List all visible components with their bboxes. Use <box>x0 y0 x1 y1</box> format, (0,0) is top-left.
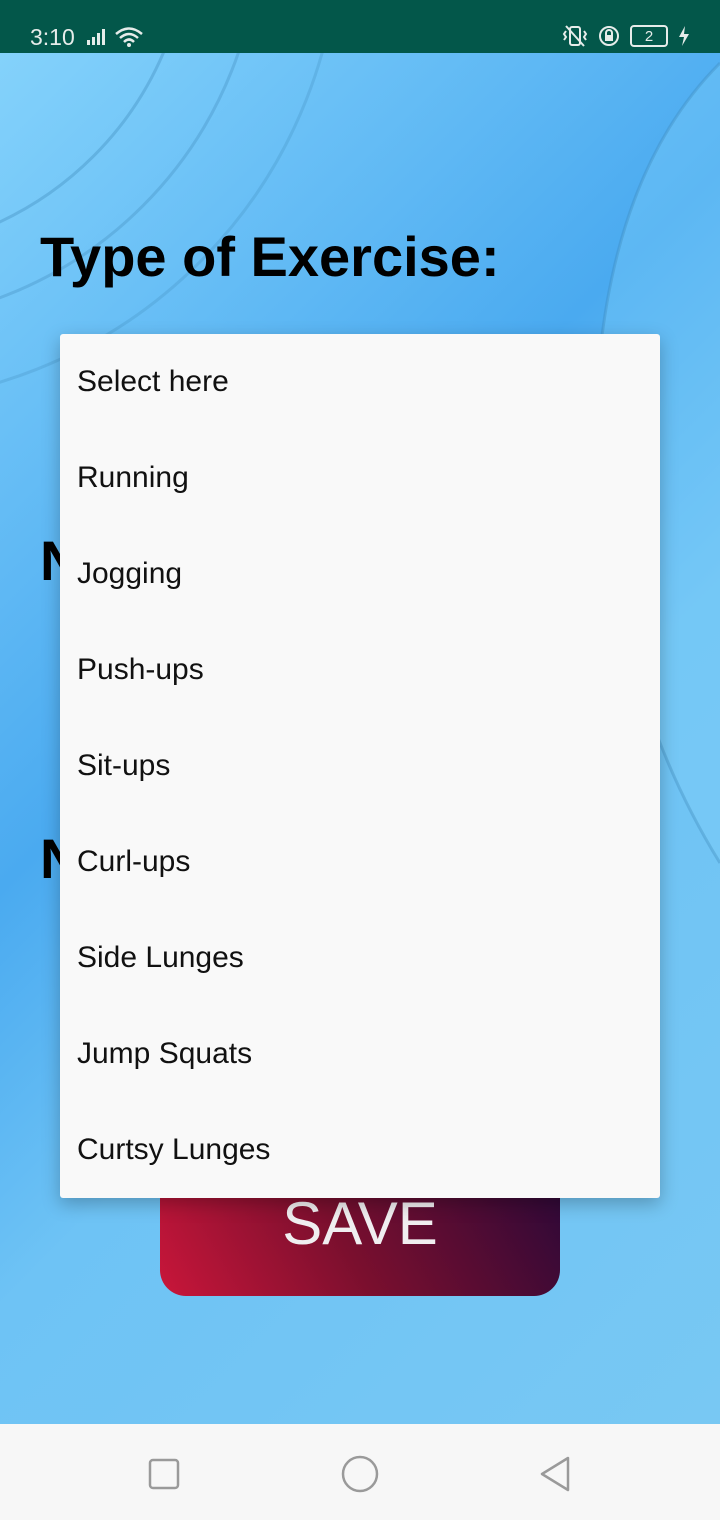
vibrate-icon <box>562 25 588 47</box>
status-right-icons: 2 <box>562 24 690 48</box>
dropdown-option-jogging[interactable]: Jogging <box>60 526 660 622</box>
battery-icon: 2 <box>630 25 668 47</box>
recents-icon[interactable] <box>144 1454 184 1494</box>
wifi-icon <box>115 27 143 47</box>
charging-icon <box>679 26 689 46</box>
dropdown-option-curl-ups[interactable]: Curl-ups <box>60 814 660 910</box>
back-icon[interactable] <box>536 1454 576 1494</box>
dropdown-option-jump-squats[interactable]: Jump Squats <box>60 1006 660 1102</box>
dropdown-option-sit-ups[interactable]: Sit-ups <box>60 718 660 814</box>
dropdown-option-push-ups[interactable]: Push-ups <box>60 622 660 718</box>
status-time: 3:10 <box>30 24 75 50</box>
status-left-icons <box>86 26 144 48</box>
dropdown-option-running[interactable]: Running <box>60 430 660 526</box>
dropdown-option-side-lunges[interactable]: Side Lunges <box>60 910 660 1006</box>
exercise-type-dropdown: Select here Running Jogging Push-ups Sit… <box>60 334 660 1198</box>
dropdown-option-curtsy-lunges[interactable]: Curtsy Lunges <box>60 1102 660 1198</box>
rotation-lock-icon <box>599 26 619 46</box>
dropdown-option-select-here[interactable]: Select here <box>60 334 660 430</box>
status-bar: 3:10 2 <box>0 0 720 53</box>
battery-level: 2 <box>644 27 654 45</box>
signal-icon <box>87 29 105 45</box>
exercise-type-label: Type of Exercise: <box>40 225 500 288</box>
home-icon[interactable] <box>340 1454 380 1494</box>
navigation-bar <box>0 1424 720 1520</box>
